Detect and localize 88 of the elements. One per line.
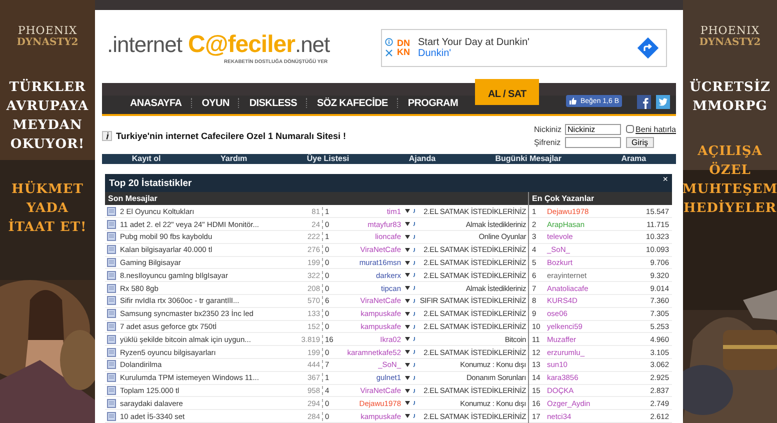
dropdown-arrow-icon[interactable]	[405, 324, 410, 329]
banner-headline: TÜRKLER	[9, 78, 86, 97]
banner-headline: AVRUPAYA	[6, 98, 89, 116]
dropdown-arrow-icon[interactable]	[405, 388, 410, 392]
column-title: En Çok Yazanlar	[532, 194, 594, 204]
menu-link[interactable]: Üye Listesi	[306, 154, 350, 164]
document-icon	[107, 334, 116, 344]
login-button[interactable]: Giriş	[626, 136, 654, 148]
banner-headline: MEYDAN	[12, 117, 82, 135]
document-icon	[107, 360, 116, 370]
column-title: Son Mesajlar	[108, 194, 158, 204]
document-icon	[107, 398, 116, 408]
dropdown-arrow-icon[interactable]	[405, 298, 410, 303]
menu-link[interactable]: Ajanda	[408, 154, 436, 164]
game-logo-text: DYNASTY2	[16, 37, 78, 48]
menu-link[interactable]: Yardım	[220, 154, 248, 164]
dropdown-arrow-icon[interactable]	[405, 401, 410, 406]
thumbs-up-icon	[569, 97, 578, 106]
menu-link[interactable]: Arama	[621, 154, 646, 164]
nav-tab[interactable]: AL / SAT	[475, 78, 540, 105]
logo-brand: C@feciler	[188, 30, 295, 58]
dropdown-arrow-icon[interactable]	[405, 260, 410, 265]
document-icon	[107, 348, 116, 357]
dropdown-arrow-icon[interactable]	[405, 286, 410, 290]
document-icon	[107, 258, 116, 268]
ad-banner[interactable]: DN KN Start Your Day at Dunkin' Dunkin'	[381, 28, 667, 67]
banner-slogan: MUHTEŞEM	[683, 181, 777, 199]
document-icon	[107, 284, 116, 293]
game-logo-text: PHOENIX	[18, 24, 78, 37]
dropdown-arrow-icon[interactable]	[405, 234, 410, 239]
document-icon	[107, 232, 116, 242]
dropdown-arrow-icon[interactable]	[405, 312, 410, 316]
nickname-field[interactable]: Nickiniz	[564, 124, 621, 135]
nav-tab[interactable]: DISKLESS	[240, 88, 306, 109]
document-icon	[107, 309, 116, 318]
document-icon	[107, 270, 116, 280]
banner-slogan: HEDİYELER	[683, 199, 777, 218]
field-label: Nickiniz	[534, 124, 562, 134]
banner-slogan: YADA	[26, 200, 68, 218]
dropdown-arrow-icon[interactable]	[405, 337, 410, 342]
banner-slogan: AÇILIŞA	[698, 143, 762, 161]
document-icon	[107, 296, 116, 306]
menu-link[interactable]: Kayıt ol	[132, 154, 161, 164]
banner-slogan: İTAAT ET!	[8, 218, 87, 237]
document-icon	[107, 322, 116, 332]
document-icon	[107, 373, 116, 382]
dropdown-arrow-icon[interactable]	[405, 209, 410, 214]
document-icon	[107, 220, 116, 229]
dropdown-arrow-icon[interactable]	[405, 414, 410, 418]
dropdown-arrow-icon[interactable]	[405, 362, 410, 367]
game-logo-text: DYNASTY2	[699, 37, 761, 48]
document-icon	[107, 386, 116, 395]
banner-headline: MMORPG	[692, 98, 768, 116]
info-icon[interactable]	[385, 38, 393, 46]
ad-title: Start Your Day at Dunkin'	[418, 36, 530, 48]
logo-prefix: .internet	[107, 32, 182, 58]
dropdown-arrow-icon[interactable]	[405, 273, 410, 278]
info-icon	[102, 130, 112, 141]
field-label: Şifreniz	[534, 138, 562, 147]
dropdown-arrow-icon[interactable]	[405, 248, 410, 252]
ad-advertiser[interactable]: Dunkin'	[418, 48, 632, 59]
panel-title: Top 20 İstatistikler	[109, 178, 192, 189]
banner-slogan: HÜKMET	[12, 180, 84, 199]
nav-tab[interactable]: SÖZ KAFECİDE	[308, 88, 397, 109]
game-logo-text: PHOENIX	[700, 24, 760, 37]
nav-tab[interactable]: ANASAYFA	[121, 88, 191, 109]
banner-headline: OKUYOR!	[10, 136, 85, 154]
facebook-icon[interactable]	[637, 95, 651, 110]
document-icon	[107, 412, 116, 421]
dropdown-arrow-icon[interactable]	[405, 350, 410, 354]
banner-headline: ÜCRETSİZ	[689, 78, 771, 97]
document-icon	[107, 206, 116, 216]
twitter-icon[interactable]	[656, 95, 670, 110]
close-icon[interactable]	[385, 49, 393, 58]
menu-link[interactable]: Bugünki Mesajlar	[495, 154, 562, 164]
nav-tab[interactable]: PROGRAM	[398, 88, 467, 109]
banner-slogan: ÖZEL	[709, 161, 751, 180]
site-slogan: Turkiye'nin internet Cafecilere Ozel 1 Numaralı Sitesi !	[116, 130, 346, 141]
password-field[interactable]	[564, 136, 621, 148]
document-icon	[107, 245, 116, 254]
dropdown-arrow-icon[interactable]	[405, 376, 410, 380]
dropdown-arrow-icon[interactable]	[405, 222, 410, 226]
remember-link[interactable]: Beni hatırla	[636, 124, 676, 134]
nav-tab[interactable]: OYUN	[192, 88, 238, 109]
ad-logo: DN KN	[397, 38, 410, 57]
close-button[interactable]: ×	[662, 174, 668, 184]
logo-suffix: .net	[294, 32, 330, 58]
remember-checkbox[interactable]	[626, 125, 634, 134]
